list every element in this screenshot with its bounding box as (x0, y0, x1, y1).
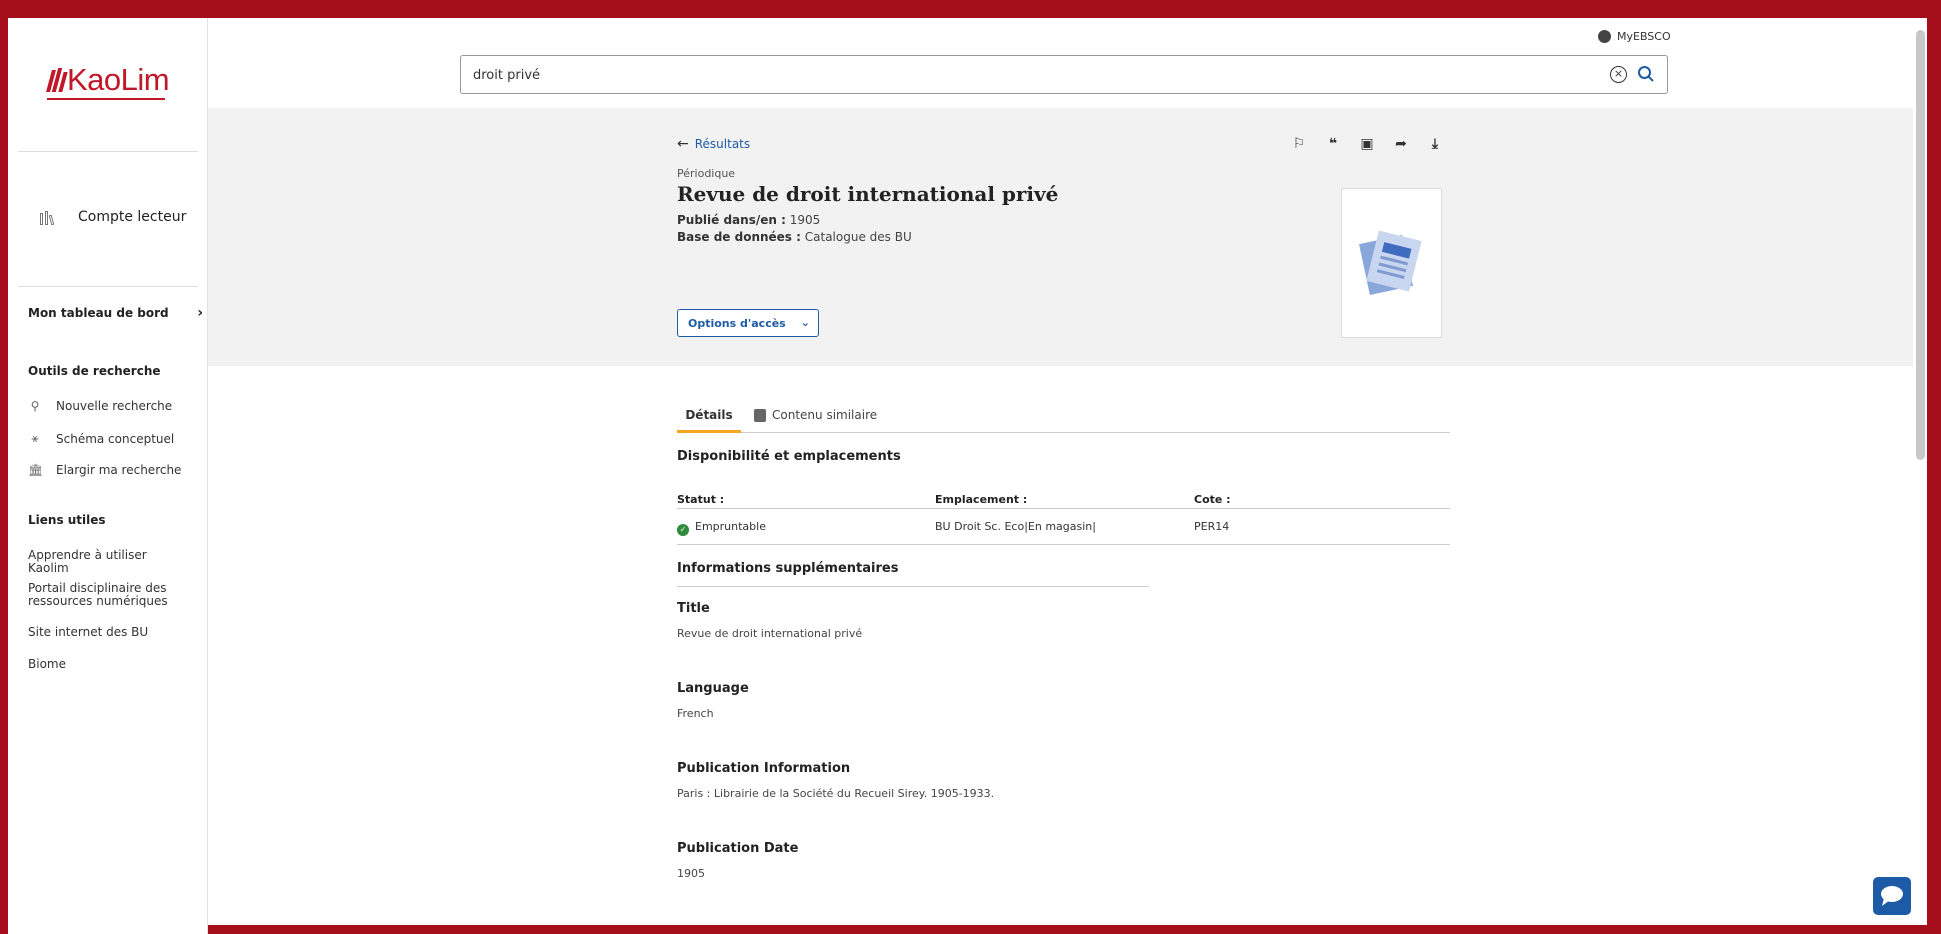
sidebar-item-dashboard[interactable]: Mon tableau de bord › (28, 305, 203, 321)
similar-content-icon (754, 408, 766, 422)
publication-type: Périodique (677, 167, 736, 180)
database: Base de données : Catalogue des BU (677, 230, 912, 244)
published-in: Publié dans/en : 1905 (677, 213, 821, 227)
location-cell: BU Droit Sc. Eco|En magasin| (935, 520, 1096, 533)
clear-search-icon[interactable]: × (1610, 66, 1627, 83)
record-header-band (208, 108, 1917, 366)
search-input[interactable] (473, 64, 1573, 86)
field-pubdate-label: Publication Date (677, 841, 799, 856)
field-language-label: Language (677, 681, 749, 696)
tools-section-title: Outils de recherche (28, 364, 161, 378)
chevron-down-icon: ⌄ (800, 316, 810, 329)
links-section-title: Liens utiles (28, 513, 106, 527)
sidebar-item-concept-map[interactable]: ⚹ Schéma conceptuel (28, 431, 174, 446)
search-bar: × (460, 55, 1668, 94)
download-icon[interactable]: ⤓ (1426, 135, 1444, 153)
bookmark-icon[interactable]: ⚐ (1290, 135, 1308, 153)
link-biome[interactable]: Biome (28, 658, 188, 671)
concept-map-icon: ⚹ (31, 431, 39, 445)
chat-button[interactable] (1873, 877, 1911, 915)
scrollbar-thumb[interactable] (1916, 30, 1925, 460)
table-header: Statut : Emplacement : Cote : (677, 487, 1450, 509)
link-learn-kaolim[interactable]: Apprendre à utiliser Kaolim (28, 549, 188, 575)
user-icon (1598, 30, 1611, 43)
arrow-left-icon: ← (677, 136, 689, 152)
periodical-icon (1359, 230, 1422, 296)
field-title-label: Title (677, 601, 710, 616)
field-language-value: French (677, 707, 714, 720)
chevron-right-icon: › (197, 305, 203, 321)
chat-icon (1881, 886, 1903, 906)
record-actions: ⚐ ❝ ▣ ➦ ⤓ (1290, 135, 1444, 153)
tab-details[interactable]: Détails (677, 408, 741, 433)
tab-similar-content[interactable]: Contenu similaire (754, 408, 877, 422)
availability-table: Statut : Emplacement : Cote : ✓ Empruntab… (677, 487, 1450, 545)
myebsco-account[interactable]: MyEBSCO (1598, 30, 1671, 43)
status-cell: ✓ Empruntable (677, 520, 766, 536)
add-folder-icon[interactable]: ▣ (1358, 135, 1376, 153)
search-icon: ⚲ (30, 399, 40, 413)
share-icon[interactable]: ➦ (1392, 135, 1410, 153)
field-pubdate-value: 1905 (677, 867, 705, 880)
record-title: Revue de droit international privé (677, 182, 1059, 206)
additional-info-heading: Informations supplémentaires (677, 561, 899, 576)
institution-icon: 🏛 (28, 463, 44, 477)
check-circle-icon: ✓ (677, 524, 689, 536)
kaolim-logo[interactable]: KaoLim (46, 62, 170, 98)
books-logo-icon (46, 68, 68, 92)
back-to-results-link[interactable]: ← Résultats (677, 136, 750, 152)
cite-icon[interactable]: ❝ (1324, 135, 1342, 153)
field-title-value: Revue de droit international privé (677, 627, 863, 640)
record-tabs: Détails Contenu similaire (677, 400, 1450, 433)
logo-underline (47, 98, 165, 100)
library-icon (40, 209, 60, 226)
sidebar-item-broaden-search[interactable]: 🏛 Elargir ma recherche (28, 463, 181, 477)
table-row: ✓ Empruntable BU Droit Sc. Eco|En magasin… (677, 509, 1450, 545)
link-portal[interactable]: Portail disciplinaire des ressources num… (28, 582, 188, 608)
field-pubinfo-label: Publication Information (677, 761, 851, 776)
sidebar-item-account[interactable]: Compte lecteur (40, 209, 186, 226)
link-bu-website[interactable]: Site internet des BU (28, 626, 188, 639)
field-pubinfo-value: Paris : Librairie de la Société du Recue… (677, 787, 995, 800)
record-thumbnail (1341, 188, 1442, 338)
availability-heading: Disponibilité et emplacements (677, 449, 901, 464)
access-options-dropdown[interactable]: Options d'accès ⌄ (677, 309, 819, 337)
search-icon[interactable] (1637, 65, 1655, 83)
sidebar-item-new-search[interactable]: ⚲ Nouvelle recherche (28, 399, 173, 413)
cote-cell: PER14 (1194, 520, 1230, 533)
sidebar-divider (18, 286, 198, 287)
sidebar-divider (18, 151, 198, 152)
section-divider (677, 586, 1149, 587)
